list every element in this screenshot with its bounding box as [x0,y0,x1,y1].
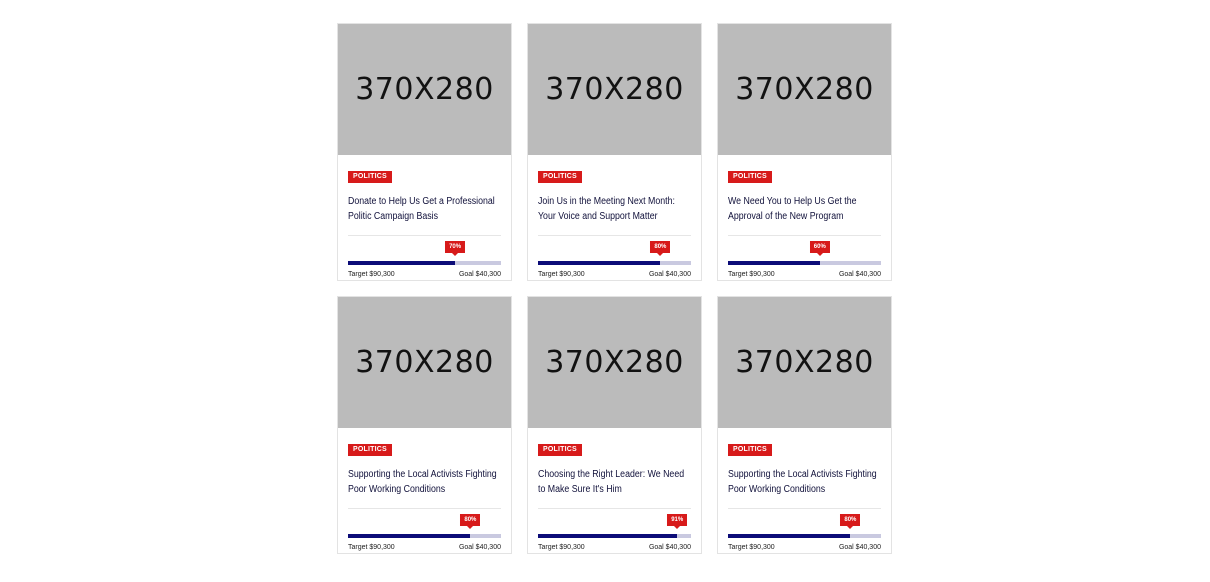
category-tag[interactable]: POLITICS [348,444,392,456]
campaign-title-text[interactable]: Choosing the Right Leader: We Need to Ma… [538,467,691,497]
campaign-card-body: POLITICS Join Us in the Meeting Next Mon… [528,155,701,279]
progress-fill [538,261,661,265]
campaign-amounts: Target $90,300 Goal $40,300 [538,544,691,552]
campaign-image-placeholder[interactable]: 370X280 [338,297,511,428]
campaign-card-body: POLITICS Supporting the Local Activists … [338,428,511,552]
progress-fill [348,534,471,538]
campaign-card[interactable]: 370X280 POLITICS Donate to Help Us Get a… [337,23,512,281]
campaign-amounts: Target $90,300 Goal $40,300 [728,271,881,279]
progress-track [348,534,501,538]
campaign-card-body: POLITICS Donate to Help Us Get a Profess… [338,155,511,279]
campaign-card[interactable]: 370X280 POLITICS Supporting the Local Ac… [717,296,892,554]
campaign-amounts: Target $90,300 Goal $40,300 [348,544,501,552]
progress-section: 70% [348,236,501,265]
campaign-title-text[interactable]: Join Us in the Meeting Next Month: Your … [538,194,691,224]
progress-percent-badge: 91% [667,514,688,529]
progress-percent-badge: 80% [840,514,861,529]
category-tag[interactable]: POLITICS [728,171,772,183]
category-tag[interactable]: POLITICS [538,171,582,183]
target-amount: Target $90,300 [728,271,775,278]
progress-fill [348,261,456,265]
goal-amount: Goal $40,300 [648,271,691,278]
goal-amount: Goal $40,300 [838,544,881,551]
progress-section: 91% [538,509,691,538]
progress-track [348,261,501,265]
campaign-title-text[interactable]: Supporting the Local Activists Fighting … [728,467,881,497]
category-tag[interactable]: POLITICS [538,444,582,456]
progress-section: 80% [348,509,501,538]
campaign-title[interactable]: Supporting the Local Activists Fighting … [348,467,501,499]
goal-amount: Goal $40,300 [458,544,501,551]
progress-percent-badge: 60% [809,241,830,256]
progress-track [728,261,881,265]
progress-track [538,261,691,265]
campaign-card[interactable]: 370X280 POLITICS We Need You to Help Us … [717,23,892,281]
campaign-amounts: Target $90,300 Goal $40,300 [348,271,501,279]
campaign-image-placeholder[interactable]: 370X280 [718,297,891,428]
target-amount: Target $90,300 [348,271,395,278]
campaign-title[interactable]: Supporting the Local Activists Fighting … [728,467,881,499]
campaign-image-placeholder[interactable]: 370X280 [338,24,511,155]
goal-amount: Goal $40,300 [838,271,881,278]
campaign-card[interactable]: 370X280 POLITICS Supporting the Local Ac… [337,296,512,554]
campaign-grid: 370X280 POLITICS Donate to Help Us Get a… [337,23,892,554]
target-amount: Target $90,300 [728,544,775,551]
campaign-amounts: Target $90,300 Goal $40,300 [538,271,691,279]
progress-percent-badge: 80% [650,241,671,256]
campaign-card[interactable]: 370X280 POLITICS Join Us in the Meeting … [527,23,702,281]
target-amount: Target $90,300 [538,544,585,551]
campaign-card-body: POLITICS Supporting the Local Activists … [718,428,891,552]
campaign-card-body: POLITICS We Need You to Help Us Get the … [718,155,891,279]
progress-fill [728,261,820,265]
progress-percent-badge: 80% [460,514,481,529]
category-tag[interactable]: POLITICS [348,171,392,183]
campaign-amounts: Target $90,300 Goal $40,300 [728,544,881,552]
progress-section: 80% [538,236,691,265]
campaign-card[interactable]: 370X280 POLITICS Choosing the Right Lead… [527,296,702,554]
campaign-title[interactable]: Donate to Help Us Get a Professional Pol… [348,194,501,226]
campaign-image-placeholder[interactable]: 370X280 [528,24,701,155]
progress-section: 60% [728,236,881,265]
campaign-image-placeholder[interactable]: 370X280 [718,24,891,155]
campaign-title-text[interactable]: Supporting the Local Activists Fighting … [348,467,501,497]
campaign-title[interactable]: Choosing the Right Leader: We Need to Ma… [538,467,691,499]
campaign-title-text[interactable]: Donate to Help Us Get a Professional Pol… [348,194,501,224]
campaign-title[interactable]: We Need You to Help Us Get the Approval … [728,194,881,226]
progress-percent-badge: 70% [445,241,466,256]
campaign-title-text[interactable]: We Need You to Help Us Get the Approval … [728,194,881,224]
campaign-card-body: POLITICS Choosing the Right Leader: We N… [528,428,701,552]
progress-section: 80% [728,509,881,538]
category-tag[interactable]: POLITICS [728,444,772,456]
progress-track [728,534,881,538]
target-amount: Target $90,300 [538,271,585,278]
campaign-title[interactable]: Join Us in the Meeting Next Month: Your … [538,194,691,226]
progress-track [538,534,691,538]
target-amount: Target $90,300 [348,544,395,551]
campaign-image-placeholder[interactable]: 370X280 [528,297,701,428]
goal-amount: Goal $40,300 [648,544,691,551]
goal-amount: Goal $40,300 [458,271,501,278]
progress-fill [538,534,678,538]
progress-fill [728,534,851,538]
